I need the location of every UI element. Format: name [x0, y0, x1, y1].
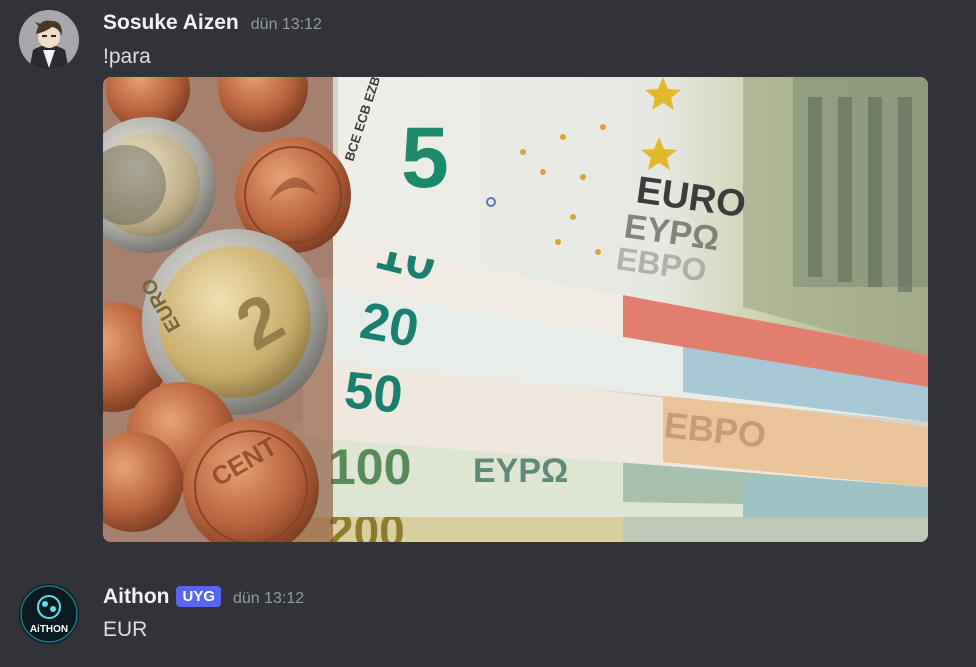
note-100-label: 100	[328, 439, 411, 495]
user-avatar[interactable]	[19, 10, 79, 70]
timestamp[interactable]: dün 13:12	[251, 16, 322, 34]
coins: 2 EURO CENT	[103, 77, 351, 542]
bot-avatar[interactable]: AiTHON	[19, 584, 79, 644]
message-text: !para	[103, 45, 151, 68]
username[interactable]: Aithon	[103, 585, 169, 609]
note-100-eypo: EYPΩ	[473, 452, 568, 490]
message-text: EUR	[103, 618, 148, 641]
username[interactable]: Sosuke Aizen	[103, 11, 239, 35]
note-5-label: 5	[401, 110, 449, 206]
note-20-label: 20	[356, 292, 423, 359]
note-50-label: 50	[342, 361, 406, 425]
image-attachment[interactable]: 200 100 EYPΩ 50 EBPO 20 10 5 EURO EYPΩ E…	[103, 77, 928, 542]
bot-avatar-text: AiTHON	[30, 624, 68, 635]
bot-tag: UYG	[176, 586, 221, 607]
chat-messages: Sosuke Aizen dün 13:12 !para 200 100 EYP…	[0, 0, 976, 667]
timestamp[interactable]: dün 13:12	[233, 590, 304, 608]
